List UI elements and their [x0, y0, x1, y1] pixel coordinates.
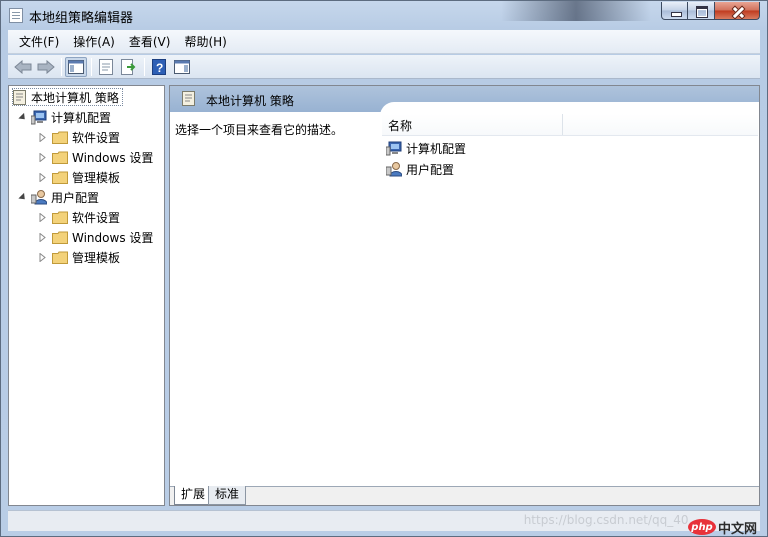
menu-bar: 文件(F) 操作(A) 查看(V) 帮助(H): [8, 30, 760, 54]
view-tabs: 扩展 标准: [170, 486, 759, 505]
toolbar-separator: [61, 57, 62, 76]
show-hide-action-pane-button[interactable]: [171, 57, 193, 77]
collapsed-arrow-icon[interactable]: [39, 212, 46, 222]
minimize-button[interactable]: [661, 2, 688, 20]
properties-button[interactable]: [95, 57, 117, 77]
tree-item-label: Windows 设置: [72, 150, 154, 165]
column-header[interactable]: 名称: [382, 114, 758, 136]
caption-buttons: [661, 2, 760, 20]
list-item-label: 计算机配置: [406, 141, 467, 156]
back-button[interactable]: [12, 57, 34, 77]
site-logo: php 中文网: [688, 517, 760, 537]
menu-action[interactable]: 操作(A): [66, 32, 122, 52]
tree-item-computer-admin-templates[interactable]: 管理模板: [39, 168, 120, 186]
details-title: 本地计算机 策略: [206, 94, 294, 108]
computer-icon: [31, 110, 47, 125]
title-bar[interactable]: 本地组策略编辑器: [1, 1, 767, 29]
column-divider[interactable]: [562, 114, 563, 135]
tree-item-label: 计算机配置: [51, 110, 112, 125]
tree-item-computer-windows[interactable]: Windows 设置: [39, 148, 153, 166]
user-icon: [31, 190, 47, 205]
status-bar: https://blog.csdn.net/qq_40...: [8, 510, 760, 531]
item-list[interactable]: 名称 计算机配置 用户配置: [380, 102, 759, 482]
collapsed-arrow-icon[interactable]: [39, 172, 46, 182]
expanded-arrow-icon[interactable]: [18, 112, 28, 122]
maximize-button[interactable]: [688, 2, 715, 20]
logo-text: 中文网: [718, 521, 758, 537]
help-icon: ?: [152, 58, 166, 75]
expanded-arrow-icon[interactable]: [18, 192, 28, 202]
folder-icon: [52, 231, 68, 244]
tree-item-label: 本地计算机 策略: [31, 90, 119, 105]
show-hide-tree-icon: [68, 59, 84, 74]
tree-item-computer-software[interactable]: 软件设置: [39, 128, 120, 146]
tree-item-label: 管理模板: [72, 250, 121, 265]
app-icon: [9, 8, 23, 23]
folder-icon: [52, 171, 68, 184]
folder-icon: [52, 251, 68, 264]
menu-help[interactable]: 帮助(H): [177, 32, 233, 52]
tree-item-user-software[interactable]: 软件设置: [39, 208, 120, 226]
user-icon: [386, 162, 402, 177]
svg-text:?: ?: [156, 61, 163, 75]
tree-item-computer-config[interactable]: 计算机配置: [18, 108, 112, 126]
list-item-label: 用户配置: [406, 162, 455, 177]
tree-item-user-windows[interactable]: Windows 设置: [39, 228, 153, 246]
export-list-icon: [121, 58, 136, 75]
collapsed-arrow-icon[interactable]: [39, 152, 46, 162]
tree-item-label: 管理模板: [72, 170, 121, 185]
toolbar-separator: [144, 57, 145, 76]
show-hide-tree-button[interactable]: [65, 56, 87, 77]
properties-icon: [99, 58, 113, 75]
folder-icon: [52, 131, 68, 144]
list-item[interactable]: 计算机配置: [386, 139, 466, 157]
close-button[interactable]: [715, 2, 760, 20]
menu-file[interactable]: 文件(F): [12, 32, 66, 52]
tree-item-label: 软件设置: [72, 210, 121, 225]
toolbar-separator: [91, 57, 92, 76]
list-item[interactable]: 用户配置: [386, 160, 454, 178]
description-text: 选择一个项目来查看它的描述。: [175, 123, 344, 137]
computer-icon: [386, 141, 402, 156]
tree-item-root[interactable]: 本地计算机 策略: [12, 88, 123, 106]
forward-button[interactable]: [35, 57, 57, 77]
collapsed-arrow-icon[interactable]: [39, 232, 46, 242]
help-button[interactable]: ?: [148, 57, 170, 77]
folder-icon: [52, 211, 68, 224]
policy-document-icon: [182, 91, 195, 106]
console-tree[interactable]: 本地计算机 策略 计算机配置 软件设置 Windows 设置 管理模板 用户配置: [8, 85, 165, 506]
tab-extended[interactable]: 扩展: [174, 486, 213, 505]
title-bar-reflection: [501, 1, 651, 21]
back-icon: [14, 59, 32, 74]
column-name-header[interactable]: 名称: [388, 117, 412, 134]
tree-item-label: 用户配置: [51, 190, 100, 205]
tab-standard[interactable]: 标准: [208, 486, 247, 505]
details-pane: 本地计算机 策略 选择一个项目来查看它的描述。 名称 计算机配置 用户配置 扩展…: [169, 85, 760, 506]
export-list-button[interactable]: [118, 57, 140, 77]
show-hide-action-pane-icon: [174, 59, 190, 74]
tree-item-user-admin-templates[interactable]: 管理模板: [39, 248, 120, 266]
watermark: https://blog.csdn.net/qq_40...: [523, 513, 700, 527]
tree-item-user-config[interactable]: 用户配置: [18, 188, 100, 206]
window-title: 本地组策略编辑器: [29, 11, 134, 26]
forward-icon: [37, 59, 55, 74]
collapsed-arrow-icon[interactable]: [39, 252, 46, 262]
toolbar: ?: [8, 55, 760, 79]
folder-icon: [52, 151, 68, 164]
tree-item-label: Windows 设置: [72, 230, 154, 245]
description-panel: 选择一个项目来查看它的描述。: [170, 112, 380, 482]
collapsed-arrow-icon[interactable]: [39, 132, 46, 142]
php-badge: php: [688, 519, 716, 535]
policy-document-icon: [13, 89, 26, 105]
window: 本地组策略编辑器 文件(F) 操作(A) 查看(V) 帮助(H) ? 本地计算机…: [0, 0, 768, 537]
tree-item-label: 软件设置: [72, 130, 121, 145]
menu-view[interactable]: 查看(V): [122, 32, 178, 52]
